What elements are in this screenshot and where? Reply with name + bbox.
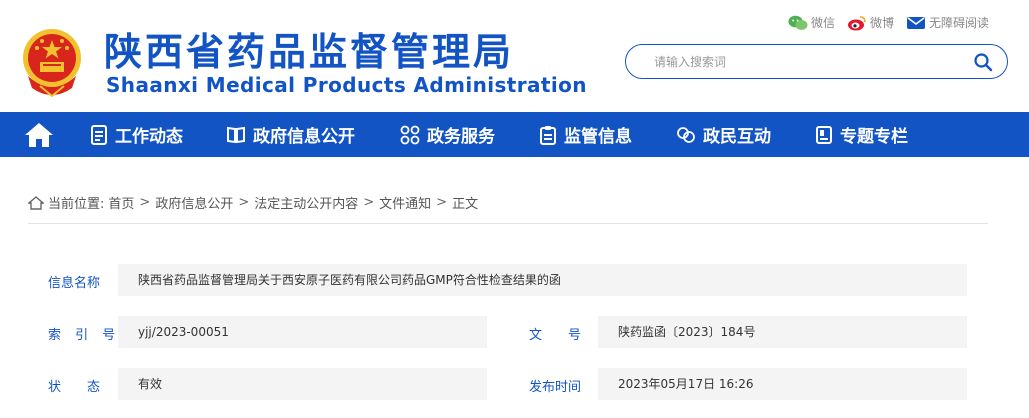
home-icon [25, 122, 53, 147]
wechat-label: 微信 [810, 16, 835, 30]
breadcrumb-prefix: 当前位置: [48, 197, 105, 212]
book-icon [227, 126, 245, 143]
breadcrumb-separator: > [363, 195, 375, 210]
nav-home[interactable] [0, 112, 78, 157]
wechat-link[interactable]: 微信 [788, 14, 835, 31]
breadcrumb-file-notice[interactable]: 文件通知 [379, 193, 431, 212]
breadcrumb-separator: > [139, 195, 151, 210]
search-input[interactable] [654, 52, 954, 72]
breadcrumb-separator: > [238, 195, 250, 210]
nav-gov-info[interactable]: 政府信息公开 [226, 112, 355, 157]
breadcrumb-gov-info[interactable]: 政府信息公开 [155, 193, 233, 212]
nav-gov-services[interactable]: 政务服务 [400, 112, 495, 157]
info-docno-label: 文 号 [529, 328, 582, 343]
info-date-value: 2023年05月17日 16:26 [598, 368, 967, 400]
document-list-icon [91, 124, 107, 145]
info-name-label: 信息名称 [48, 276, 101, 291]
divider [28, 223, 988, 224]
breadcrumb: 当前位置: 首页 > 政府信息公开 > 法定主动公开内容 > 文件通知 > 正文 [28, 193, 482, 212]
info-docno-value: 陕药监函〔2023〕184号 [598, 316, 967, 348]
envelope-icon [906, 16, 925, 29]
breadcrumb-current: 正文 [452, 197, 479, 212]
nav-label: 政府信息公开 [253, 127, 355, 147]
weibo-icon [847, 15, 866, 30]
nav-special-topics[interactable]: 专题专栏 [815, 112, 908, 157]
accessible-reading-label: 无障碍阅读 [928, 16, 989, 30]
nav-label: 工作动态 [115, 127, 183, 147]
nav-label: 政务服务 [427, 127, 495, 147]
site-title-en: Shaanxi Medical Products Administration [106, 73, 587, 97]
wechat-icon [788, 15, 808, 30]
nav-label: 政民互动 [703, 127, 771, 147]
weibo-label: 微博 [869, 16, 894, 30]
nav-label: 监管信息 [564, 127, 632, 147]
accessible-reading-link[interactable]: 无障碍阅读 [906, 14, 989, 31]
info-name-value: 陕西省药品监督管理局关于西安原子医药有限公司药品GMP符合性检查结果的函 [118, 264, 967, 296]
info-date-label: 发布时间 [529, 380, 582, 395]
info-status-value: 有效 [118, 368, 487, 400]
nav-supervision-info[interactable]: 监管信息 [539, 112, 632, 157]
breadcrumb-home[interactable]: 首页 [108, 193, 134, 212]
info-status-label: 状 态 [48, 380, 101, 395]
breadcrumb-statutory[interactable]: 法定主动公开内容 [254, 193, 358, 212]
info-index-value: yjj/2023-00051 [118, 316, 487, 348]
top-links: 微信 微博 无障碍阅读 [776, 14, 989, 31]
grid-icon [400, 125, 420, 144]
bookmark-icon [816, 125, 832, 144]
nav-label: 专题专栏 [840, 127, 908, 147]
national-emblem-logo [23, 29, 81, 98]
interaction-icon [677, 126, 695, 143]
info-index-label: 索 引 号 [48, 328, 121, 343]
home-icon [28, 195, 44, 210]
site-header: 陕西省药品监督管理局 Shaanxi Medical Products Admi… [0, 0, 1029, 112]
search-box [625, 44, 1008, 79]
breadcrumb-separator: > [436, 195, 448, 210]
clipboard-icon [540, 125, 556, 145]
site-title-cn: 陕西省药品监督管理局 [104, 30, 515, 74]
main-nav: 工作动态 政府信息公开 政务服务 监管信息 政民互动 专题专栏 [0, 112, 1029, 157]
nav-public-interaction[interactable]: 政民互动 [676, 112, 771, 157]
weibo-link[interactable]: 微博 [847, 14, 894, 31]
search-icon[interactable] [973, 52, 993, 72]
nav-work-news[interactable]: 工作动态 [90, 112, 183, 157]
